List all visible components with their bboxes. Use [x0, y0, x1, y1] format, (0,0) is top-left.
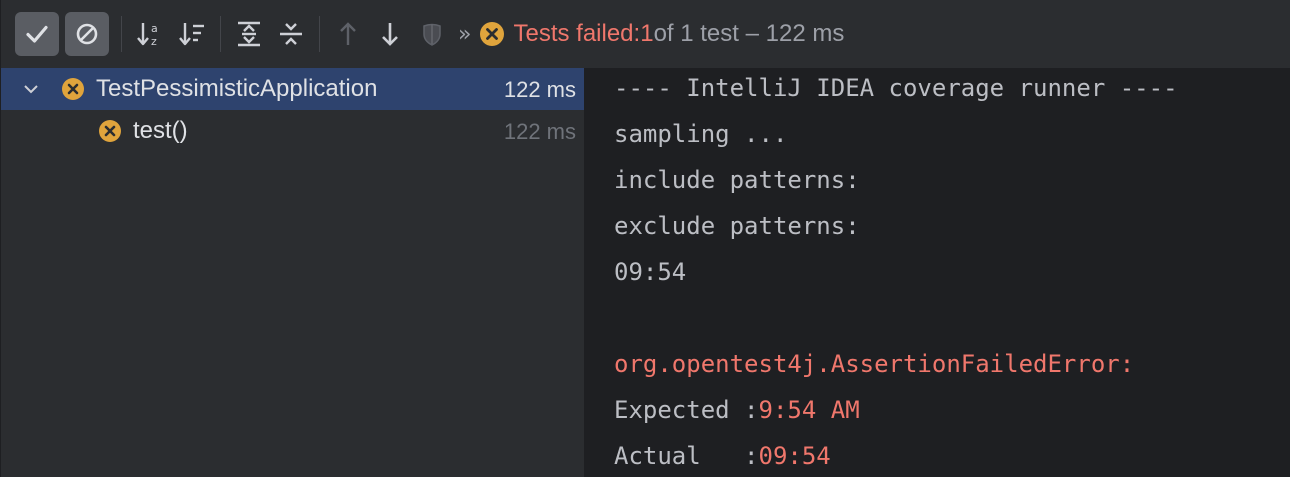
show-passed-button[interactable] [15, 12, 59, 56]
console-line: 09:54 [614, 258, 687, 286]
collapse-all-button[interactable] [271, 12, 311, 56]
actual-label: Actual : [614, 442, 759, 470]
collapse-all-icon [280, 23, 302, 45]
console-line: include patterns: [614, 166, 860, 194]
console-error-line: org.opentest4j.AssertionFailedError: [614, 350, 1135, 378]
next-failed-button[interactable] [370, 12, 410, 56]
console-line: ---- IntelliJ IDEA coverage runner ---- [614, 74, 1178, 102]
failed-icon [62, 78, 84, 100]
svg-text:z: z [151, 35, 157, 48]
console-actual-line: Actual :09:54 [614, 436, 831, 476]
sort-alphabetically-button[interactable]: a z [130, 12, 170, 56]
coverage-button[interactable] [412, 12, 452, 56]
tree-item-duration: 122 ms [503, 119, 576, 144]
console-line: exclude patterns: [614, 212, 860, 240]
test-runner-window: a z » Tests failed: 1 of 1 test – 122 ms… [0, 0, 1290, 477]
failed-icon [99, 120, 121, 142]
tree-item-test-method[interactable]: test() 122 ms [1, 110, 584, 152]
svg-text:a: a [151, 22, 158, 35]
console-output[interactable]: ---- IntelliJ IDEA coverage runner ---- … [584, 68, 1290, 477]
test-tree: TestPessimisticApplication 122 ms test()… [1, 68, 584, 477]
console-expected-line: Expected :9:54 AM [614, 390, 860, 430]
expand-all-button[interactable] [229, 12, 269, 56]
toolbar-separator [220, 16, 221, 52]
shield-icon [423, 23, 441, 46]
arrow-down-icon [382, 23, 398, 46]
toolbar-separator [121, 16, 122, 52]
tree-item-duration: 122 ms [503, 77, 576, 102]
checkmark-icon [26, 25, 48, 43]
toolbar-separator [319, 16, 320, 52]
double-chevron-icon[interactable]: » [458, 22, 471, 47]
sort-alpha-icon: a z [137, 22, 158, 48]
chevron-down-icon[interactable] [21, 79, 41, 99]
failed-icon [480, 22, 505, 46]
actual-value: 09:54 [758, 442, 831, 470]
previous-failed-button[interactable] [328, 12, 368, 56]
sort-duration-icon [179, 23, 204, 46]
expand-all-icon [238, 21, 260, 47]
test-status-summary: Tests failed: 1 of 1 test – 122 ms [479, 20, 844, 48]
console-line: sampling ... [614, 120, 788, 148]
expected-value: 9:54 AM [758, 396, 860, 424]
test-toolbar: a z » Tests failed: 1 of 1 test – 122 ms [1, 0, 1290, 68]
arrow-up-icon [340, 22, 356, 45]
tree-item-label: test() [133, 117, 188, 144]
status-prefix: Tests failed: [513, 20, 641, 47]
failed-count: 1 [640, 20, 654, 47]
ignored-icon [76, 23, 98, 45]
show-ignored-button[interactable] [65, 12, 109, 56]
tree-item-test-class[interactable]: TestPessimisticApplication 122 ms [1, 68, 584, 110]
sort-by-duration-button[interactable] [172, 12, 212, 56]
expected-label: Expected : [614, 396, 759, 424]
status-suffix: of 1 test – 122 ms [653, 20, 845, 47]
tree-item-label: TestPessimisticApplication [96, 75, 378, 102]
